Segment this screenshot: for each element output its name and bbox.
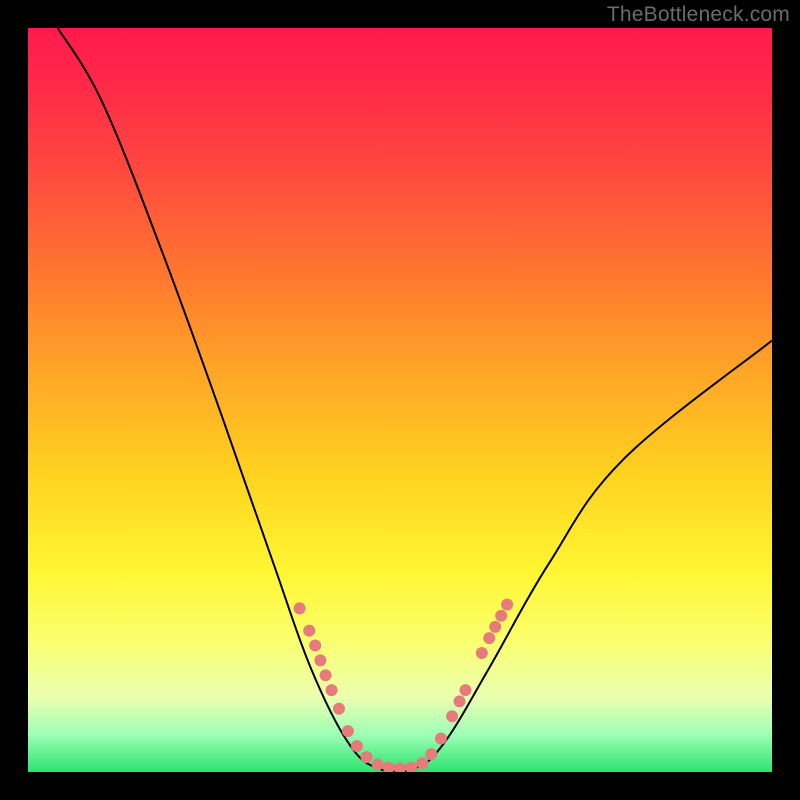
data-point bbox=[454, 695, 466, 707]
data-point bbox=[294, 602, 306, 614]
data-point bbox=[394, 762, 406, 772]
data-point bbox=[416, 757, 428, 769]
data-point bbox=[405, 762, 417, 772]
data-point bbox=[435, 733, 447, 745]
data-point bbox=[501, 599, 513, 611]
data-point bbox=[351, 740, 363, 752]
data-point bbox=[372, 759, 384, 771]
data-point bbox=[483, 632, 495, 644]
data-point bbox=[459, 684, 471, 696]
data-point bbox=[361, 751, 373, 763]
watermark-label: TheBottleneck.com bbox=[607, 3, 790, 27]
data-point bbox=[446, 710, 458, 722]
data-point bbox=[309, 640, 321, 652]
data-point bbox=[425, 748, 437, 760]
data-point bbox=[495, 610, 507, 622]
data-point bbox=[489, 621, 501, 633]
data-point bbox=[320, 669, 332, 681]
data-point bbox=[383, 762, 395, 772]
data-point bbox=[476, 647, 488, 659]
curve-layer bbox=[58, 28, 772, 772]
data-point bbox=[314, 654, 326, 666]
chart-svg bbox=[28, 28, 772, 772]
data-point bbox=[333, 703, 345, 715]
plot-area bbox=[28, 28, 772, 772]
data-point bbox=[326, 684, 338, 696]
data-point bbox=[342, 725, 354, 737]
chart-frame: TheBottleneck.com bbox=[0, 0, 800, 800]
data-point bbox=[303, 625, 315, 637]
bottleneck-curve bbox=[58, 28, 772, 772]
